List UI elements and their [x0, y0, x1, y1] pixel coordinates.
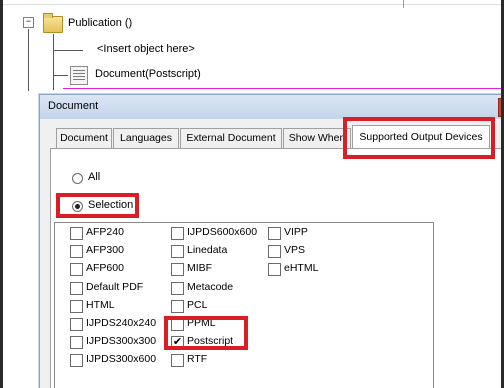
tree-column-divider	[403, 0, 404, 8]
device-label[interactable]: HTML	[86, 299, 115, 311]
device-checkbox[interactable]	[70, 300, 83, 313]
document-icon	[70, 66, 88, 85]
device-label[interactable]: IJPDS300x600	[86, 353, 156, 365]
tree-connector	[28, 29, 29, 91]
device-checkbox[interactable]	[268, 227, 281, 240]
tree-branch-line	[53, 50, 83, 51]
device-label[interactable]: PCL	[187, 299, 207, 311]
close-button[interactable]	[498, 98, 501, 117]
device-checkbox[interactable]	[171, 354, 184, 367]
device-checkbox[interactable]	[171, 245, 184, 258]
drop-indicator-line	[63, 88, 501, 89]
device-label[interactable]: AFP240	[86, 226, 124, 238]
tree-branch-line	[53, 75, 68, 76]
device-checkbox[interactable]	[70, 245, 83, 258]
device-label[interactable]: AFP600	[86, 262, 124, 274]
device-checkbox[interactable]	[70, 318, 83, 331]
radio-all-label[interactable]: All	[88, 171, 100, 183]
device-checkbox[interactable]	[70, 336, 83, 349]
device-label[interactable]: Metacode	[187, 281, 233, 293]
device-label[interactable]: RTF	[187, 353, 207, 365]
tree-item-document[interactable]: Document(Postscript)	[95, 68, 201, 80]
device-label[interactable]: eHTML	[284, 262, 318, 274]
device-checkbox[interactable]	[171, 263, 184, 276]
device-checkbox[interactable]	[70, 227, 83, 240]
device-label[interactable]: IJPDS240x240	[86, 317, 156, 329]
tab-document[interactable]: Document	[56, 128, 112, 148]
collapse-icon[interactable]: −	[23, 17, 34, 28]
device-checkbox[interactable]	[70, 263, 83, 276]
device-label[interactable]: Default PDF	[86, 281, 143, 293]
tab-languages[interactable]: Languages	[113, 128, 179, 148]
tab-external-document[interactable]: External Document	[180, 128, 282, 148]
tree-connector-child	[53, 34, 54, 90]
device-label[interactable]: VPS	[284, 244, 305, 256]
highlight-supported-output-devices	[343, 117, 495, 159]
folder-icon	[43, 13, 63, 33]
device-label[interactable]: IJPDS300x300	[86, 335, 156, 347]
device-label[interactable]: VIPP	[284, 226, 308, 238]
tree-item-insert-object[interactable]: <Insert object here>	[97, 43, 195, 55]
highlight-postscript	[164, 316, 248, 350]
device-checkbox[interactable]	[171, 227, 184, 240]
dialog-title-bar[interactable]: Document	[40, 95, 501, 119]
device-checkbox[interactable]	[268, 263, 281, 276]
radio-all[interactable]	[72, 173, 83, 184]
device-label[interactable]: Linedata	[187, 244, 227, 256]
device-label[interactable]: MIBF	[187, 262, 212, 274]
highlight-selection	[56, 193, 139, 218]
device-label[interactable]: AFP300	[86, 244, 124, 256]
device-checkbox[interactable]	[268, 245, 281, 258]
device-label[interactable]: IJPDS600x600	[187, 226, 257, 238]
device-checkbox[interactable]	[171, 300, 184, 313]
dialog-title: Document	[48, 100, 99, 112]
screenshot-frame: − Publication () <Insert object here> Do…	[3, 0, 501, 388]
tree-root-label[interactable]: Publication ()	[68, 17, 132, 29]
device-checkbox[interactable]	[171, 282, 184, 295]
device-checkbox[interactable]	[70, 354, 83, 367]
device-checkbox[interactable]	[70, 282, 83, 295]
tab-show-when[interactable]: Show When	[283, 128, 351, 148]
tree-top-border	[3, 0, 501, 5]
